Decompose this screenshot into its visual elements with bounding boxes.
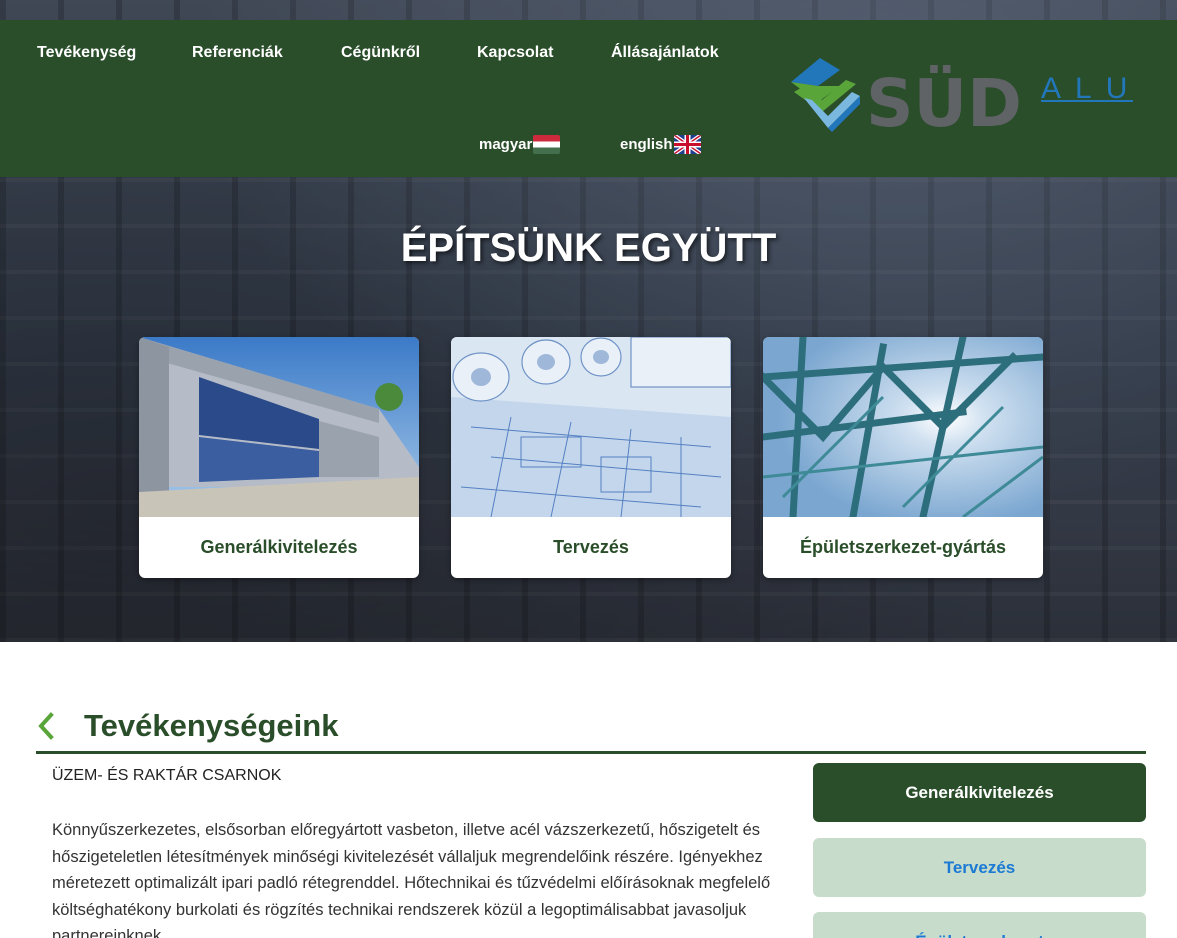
- site-header: Tevékenység Referenciák Cégünkről Kapcso…: [0, 20, 1177, 177]
- hero-title: ÉPÍTSÜNK EGYÜTT: [400, 226, 777, 270]
- steel-structure-image: [763, 337, 1043, 517]
- nav-item-cegunkrol[interactable]: Cégünkről: [341, 44, 420, 62]
- uk-flag-icon: [673, 135, 701, 154]
- card-tervezes[interactable]: Tervezés: [451, 337, 731, 578]
- nav-item-tevekenyseg[interactable]: Tevékenység: [37, 44, 136, 62]
- language-label: magyar: [479, 136, 533, 153]
- card-generalkivitelezes[interactable]: Generálkivitelezés: [139, 337, 419, 578]
- blueprints-image: [451, 337, 731, 517]
- activity-subtitle: ÜZEM- ÉS RAKTÁR CSARNOK: [52, 767, 282, 784]
- sud-alu-logo[interactable]: SÜD ALU: [788, 40, 1148, 142]
- language-label: english: [620, 136, 673, 153]
- language-english[interactable]: english: [620, 135, 701, 154]
- nav-item-allasajanlatok[interactable]: Állásajánlatok: [611, 44, 719, 62]
- logo-mark: SÜD ALU: [791, 58, 1133, 142]
- nav-item-kapcsolat[interactable]: Kapcsolat: [477, 44, 553, 62]
- language-hungarian[interactable]: magyar: [479, 135, 561, 154]
- chevron-left-icon[interactable]: [36, 712, 56, 740]
- nav-item-referenciak[interactable]: Referenciák: [192, 44, 283, 62]
- sidebar-button-tervezes[interactable]: Tervezés: [813, 838, 1146, 897]
- section-header: Tevékenységeink: [36, 700, 1146, 754]
- activity-description: Könnyűszerkezetes, elsősorban előregyárt…: [52, 821, 771, 938]
- industrial-hall-image: [139, 337, 419, 517]
- hungary-flag-icon: [533, 135, 561, 154]
- section-title: Tevékenységeink: [84, 708, 339, 743]
- sidebar-button-epuletszerkezet[interactable]: Épületszerkezet: [813, 912, 1146, 938]
- sidebar-button-generalkivitelezes[interactable]: Generálkivitelezés: [813, 763, 1146, 822]
- logo-text-main: SÜD: [866, 65, 1022, 135]
- card-epuletszerkezet-gyartas[interactable]: Épületszerkezet-gyártás: [763, 337, 1043, 578]
- card-label: Generálkivitelezés: [200, 537, 358, 557]
- card-label: Tervezés: [553, 537, 629, 557]
- card-label: Épületszerkezet-gyártás: [799, 537, 1007, 557]
